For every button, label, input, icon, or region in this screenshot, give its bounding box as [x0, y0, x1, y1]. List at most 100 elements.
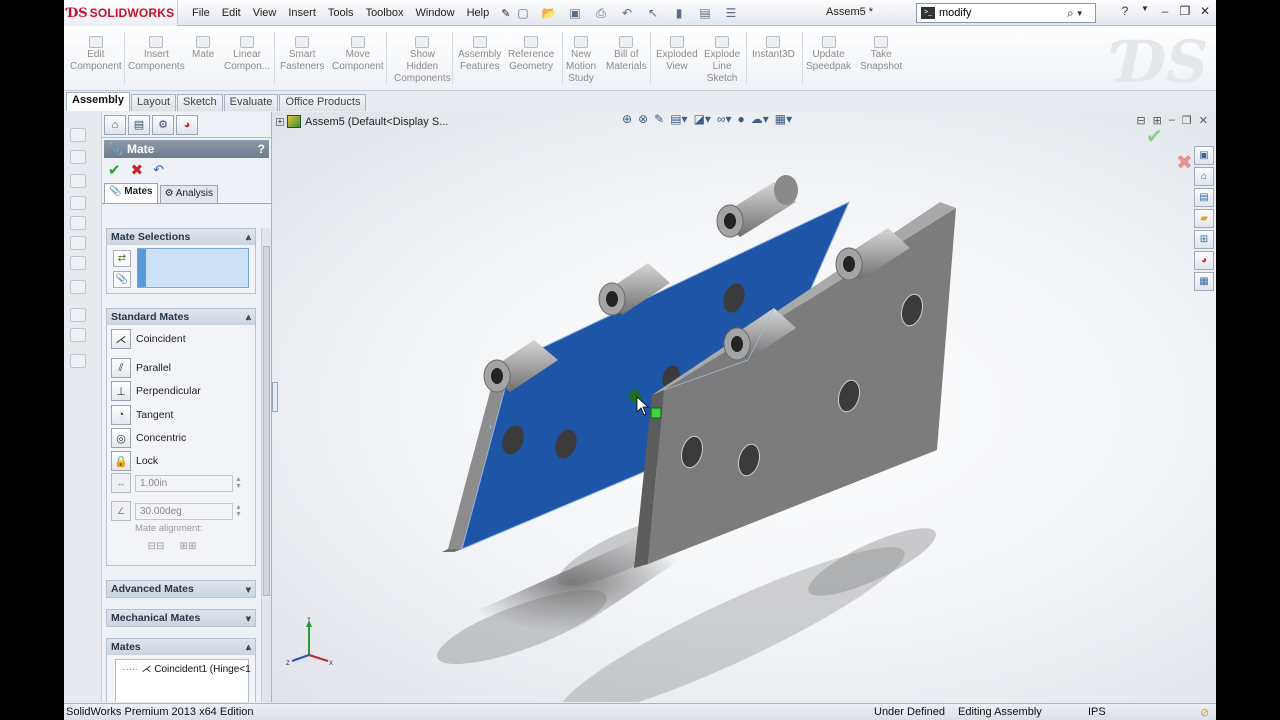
multiple-mate-mode-icon[interactable]: 📎 — [113, 271, 131, 288]
ribbon-button[interactable]: Smart Fasteners — [280, 36, 324, 73]
custom-properties-icon[interactable]: ▦ — [1194, 272, 1214, 291]
ribbon-button[interactable]: Mate — [192, 36, 214, 61]
viewport-close-icon[interactable]: ✕ — [1199, 114, 1208, 127]
toolbar-tool-icon[interactable] — [70, 236, 86, 250]
angle-input[interactable] — [135, 502, 233, 520]
menu-tools[interactable]: Tools — [322, 7, 360, 19]
standard-mates-header[interactable]: Standard Mates ⩓ — [107, 309, 255, 325]
toolbar-tool-icon[interactable] — [70, 196, 86, 210]
open-folder-icon[interactable]: 📂 — [538, 4, 560, 22]
collapse-icon[interactable]: ⩓ — [246, 642, 251, 653]
toolbar-tool-icon[interactable] — [70, 216, 86, 230]
rebuild-status-icon[interactable]: ⊘ — [1200, 706, 1209, 719]
tab-sketch[interactable]: Sketch — [177, 94, 223, 111]
toolbar-tool-icon[interactable] — [70, 150, 86, 164]
help-button[interactable]: ? — [258, 142, 265, 156]
ribbon-button[interactable]: Move Component — [332, 36, 384, 73]
toolbar-tool-icon[interactable] — [70, 354, 86, 368]
advanced-mates-header[interactable]: Advanced Mates ⩔ — [107, 581, 255, 597]
appearances-icon[interactable]: ◕ — [1194, 251, 1214, 270]
feature-tree-flyout[interactable]: + Assem5 (Default<Display S... — [276, 115, 448, 128]
ribbon-button[interactable]: Bill of Materials — [606, 36, 647, 73]
file-explorer-icon[interactable]: ▰ — [1194, 209, 1214, 228]
menu-window[interactable]: Window — [409, 7, 460, 19]
property-manager-tab-icon[interactable]: ▤ — [128, 114, 150, 135]
new-document-icon[interactable]: ▢ — [512, 4, 534, 22]
tab-mates[interactable]: 📎 Mates — [104, 183, 158, 203]
entities-to-mate-list[interactable] — [137, 248, 249, 288]
graphics-area[interactable]: + + Assem5 (Default<Display S... ⊕ ⊗ ✎ ▤… — [272, 112, 1216, 702]
file-properties-icon[interactable]: ▤ — [694, 4, 716, 22]
previous-view-icon[interactable]: ✎ — [654, 112, 664, 126]
ok-check-icon[interactable]: ✔ — [108, 161, 121, 179]
solidworks-logo[interactable]: ƊS SOLIDWORKS — [64, 0, 178, 26]
ribbon-button[interactable]: Reference Geometry — [508, 36, 554, 73]
menu-help[interactable]: Help — [461, 7, 496, 19]
cancel-x-icon[interactable]: ✖ — [131, 161, 144, 179]
toolbar-tool-icon[interactable] — [70, 128, 86, 142]
zoom-to-area-icon[interactable]: ⊗ — [638, 112, 648, 126]
scrollbar-thumb[interactable] — [263, 246, 270, 596]
display-manager-tab-icon[interactable]: ◕ — [176, 114, 198, 135]
solidworks-resources-icon[interactable]: ▣ — [1194, 146, 1214, 165]
undo-icon[interactable]: ↶ — [153, 162, 164, 178]
distance-input[interactable] — [135, 474, 233, 492]
mates-header[interactable]: Mates ⩓ — [107, 639, 255, 655]
parallel-mate-button[interactable]: ⫽ Parallel — [111, 358, 171, 378]
search-dropdown-icon[interactable]: ▼ — [1076, 9, 1084, 18]
print-icon[interactable]: ⎙ — [590, 4, 612, 22]
ribbon-button[interactable]: Show Hidden Components — [394, 36, 451, 85]
distance-spinner[interactable]: ▲ ▼ — [235, 476, 242, 490]
edit-appearance-icon[interactable]: ☁▾ — [751, 112, 769, 126]
viewport-restore-icon[interactable]: ❐ — [1182, 114, 1192, 127]
section-view-icon[interactable]: ▤▾ — [670, 112, 687, 126]
angle-icon[interactable]: ∠ — [111, 501, 131, 521]
expand-tree-icon[interactable]: + — [276, 117, 284, 126]
apply-scene-icon[interactable]: ▦▾ — [775, 112, 792, 126]
coincident-mate-button[interactable]: ⋌ Coincident — [111, 329, 186, 349]
close-icon[interactable]: ✕ — [1198, 4, 1212, 18]
property-manager-scrollbar[interactable] — [261, 228, 271, 702]
menu-edit[interactable]: Edit — [216, 7, 247, 19]
tile-horizontal-icon[interactable]: ⊟ — [1136, 114, 1145, 127]
collapse-icon[interactable]: ⩓ — [246, 312, 251, 323]
search-icon[interactable]: ⌕ — [1067, 6, 1074, 21]
lock-mate-button[interactable]: 🔒 Lock — [111, 451, 158, 471]
expand-icon[interactable]: ⩔ — [246, 613, 251, 624]
select-arrow-icon[interactable]: ↖ — [642, 4, 664, 22]
menu-file[interactable]: File — [186, 7, 216, 19]
zoom-to-fit-icon[interactable]: ⊕ — [622, 112, 632, 126]
ribbon-button[interactable]: Explode Line Sketch — [704, 36, 740, 85]
anti-aligned-icon[interactable]: ⊞⊞ — [179, 541, 197, 557]
ribbon-button[interactable]: Exploded View — [656, 36, 698, 73]
mechanical-mates-header[interactable]: Mechanical Mates ⩔ — [107, 610, 255, 626]
mate-selections-header[interactable]: Mate Selections ⩓ — [107, 229, 255, 245]
toolbar-tool-icon[interactable] — [70, 256, 86, 270]
hide-show-items-icon[interactable]: ● — [738, 112, 745, 126]
save-icon[interactable]: ▣ — [564, 4, 586, 22]
ribbon-button[interactable]: Linear Compon... — [224, 36, 270, 73]
ribbon-button[interactable]: Insert Components — [128, 36, 185, 73]
menu-view[interactable]: View — [247, 7, 283, 19]
help-dropdown-icon[interactable]: ▼ — [1138, 4, 1152, 18]
menu-toolbox[interactable]: Toolbox — [360, 7, 410, 19]
perpendicular-mate-button[interactable]: ⊥ Perpendicular — [111, 381, 201, 401]
viewport-minimize-icon[interactable]: – — [1169, 114, 1175, 127]
list-item[interactable]: ····· ⋌ Coincident1 (Hinge<1 — [122, 664, 251, 675]
view-palette-icon[interactable]: ⊞ — [1194, 230, 1214, 249]
ribbon-button[interactable]: Assembly Features — [458, 36, 501, 73]
confirm-ok-icon[interactable]: ✔ — [1146, 124, 1163, 149]
toolbar-tool-icon[interactable] — [70, 280, 86, 294]
display-style-icon[interactable]: ∞▾ — [717, 112, 732, 126]
tab-layout[interactable]: Layout — [130, 94, 177, 111]
help-icon[interactable]: ? — [1118, 4, 1132, 18]
options-icon[interactable]: ☰ — [720, 4, 742, 22]
restore-icon[interactable]: ❐ — [1178, 4, 1192, 18]
tab-analysis[interactable]: ⚙ Analysis — [159, 185, 219, 203]
distance-icon[interactable]: ↔ — [111, 473, 131, 493]
collapse-icon[interactable]: ⩓ — [246, 232, 251, 243]
design-library-icon[interactable]: ▤ — [1194, 188, 1214, 207]
ribbon-button[interactable]: Take Snapshot — [860, 36, 902, 73]
tangent-mate-button[interactable]: ◔ Tangent — [111, 405, 173, 425]
panel-splitter-handle[interactable] — [272, 382, 278, 412]
